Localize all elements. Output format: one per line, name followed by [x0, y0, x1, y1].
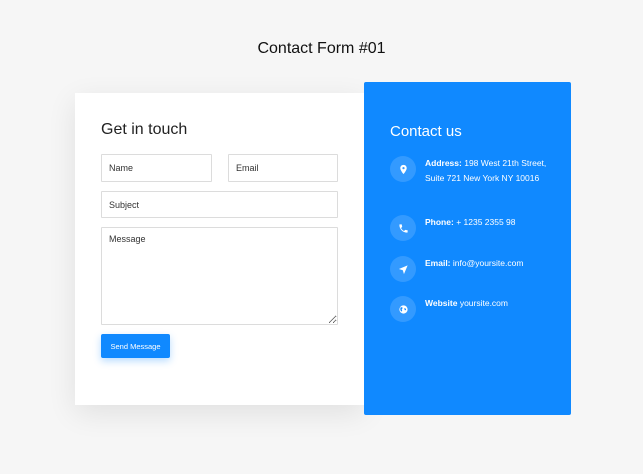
paper-plane-icon — [390, 256, 416, 282]
website-link[interactable]: yoursite.com — [460, 298, 508, 308]
page-title: Contact Form #01 — [257, 40, 386, 57]
send-message-button[interactable]: Send Message — [101, 334, 170, 358]
globe-icon — [390, 296, 416, 322]
message-textarea[interactable] — [101, 227, 338, 325]
name-input[interactable] — [101, 154, 212, 182]
form-heading: Get in touch — [101, 121, 188, 138]
contact-heading: Contact us — [390, 123, 462, 140]
phone-value[interactable]: + 1235 2355 98 — [456, 217, 515, 227]
contact-form-card: Get in touch Send Message — [75, 93, 364, 405]
email-link[interactable]: info@yoursite.com — [453, 258, 524, 268]
contact-info-card: Contact us Address: 198 West 21th Street… — [364, 82, 571, 415]
email-text: Email: info@yoursite.com — [425, 256, 555, 271]
address-text: Address: 198 West 21th Street, Suite 721… — [425, 156, 555, 186]
map-pin-icon — [390, 156, 416, 182]
phone-text: Phone: + 1235 2355 98 — [425, 215, 555, 230]
phone-icon — [390, 215, 416, 241]
subject-input[interactable] — [101, 191, 338, 218]
email-input[interactable] — [228, 154, 338, 182]
website-label: Website — [425, 298, 458, 308]
phone-label: Phone: — [425, 217, 454, 227]
website-text: Website yoursite.com — [425, 296, 555, 311]
address-label: Address: — [425, 158, 462, 168]
email-label: Email: — [425, 258, 451, 268]
